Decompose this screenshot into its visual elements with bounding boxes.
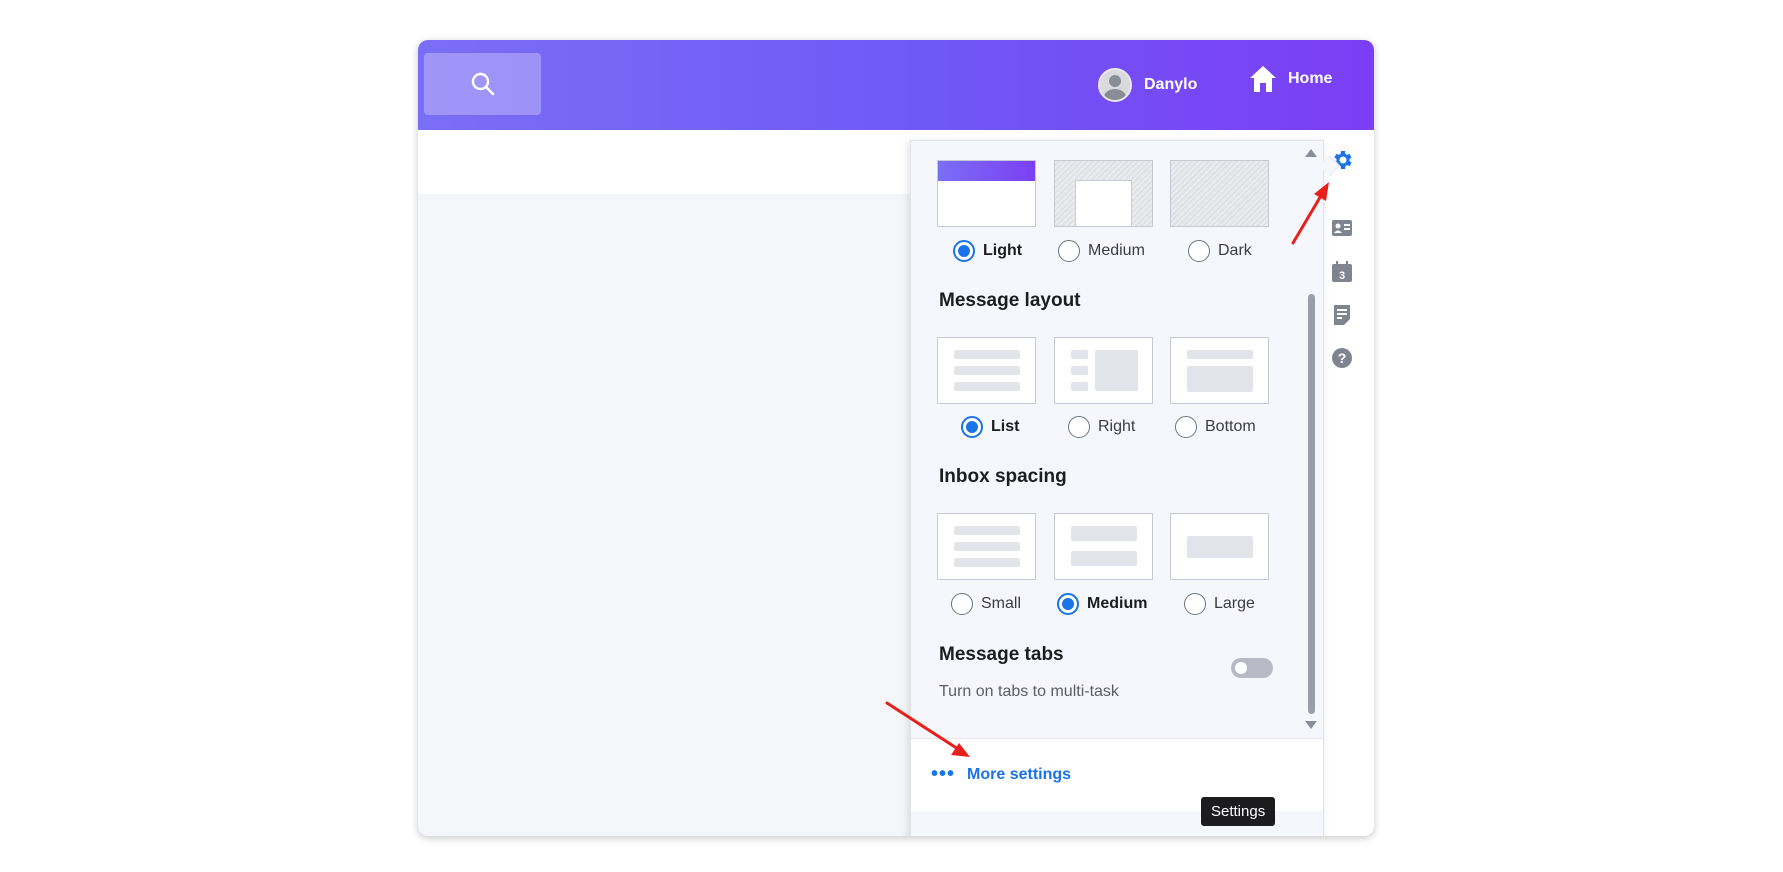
notepad-button[interactable] (1330, 303, 1354, 327)
layout-bottom-option[interactable]: Bottom (1175, 416, 1256, 438)
scroll-up-arrow-icon[interactable] (1305, 149, 1317, 157)
layout-right-preview[interactable] (1054, 337, 1153, 404)
spacing-large-preview[interactable] (1170, 513, 1269, 580)
inbox-spacing-title: Inbox spacing (939, 466, 1067, 487)
spacing-large-label: Large (1214, 595, 1255, 612)
svg-text:?: ? (1338, 350, 1347, 366)
layout-list-label: List (991, 418, 1020, 435)
spacing-large-option[interactable]: Large (1184, 593, 1255, 615)
home-label: Home (1288, 70, 1333, 87)
settings-panel: Light Medium Dark Message layout List Ri… (910, 140, 1324, 836)
notepad-icon (1334, 305, 1350, 325)
theme-medium-radio[interactable] (1058, 240, 1080, 262)
spacing-small-label: Small (981, 595, 1022, 612)
contacts-card-icon (1332, 220, 1352, 236)
mail-app-window: Danylo Home 3 ? Light Medium Dark Messag… (418, 40, 1374, 836)
message-tabs-title: Message tabs (939, 644, 1064, 665)
theme-medium-preview[interactable] (1054, 160, 1153, 227)
spacing-medium-preview[interactable] (1054, 513, 1153, 580)
spacing-medium-label: Medium (1087, 595, 1148, 612)
theme-dark-preview[interactable] (1170, 160, 1269, 227)
scroll-down-arrow-icon[interactable] (1305, 721, 1317, 729)
theme-dark-label: Dark (1218, 242, 1252, 259)
scroll-thumb[interactable] (1308, 294, 1315, 714)
calendar-icon: 3 (1332, 261, 1352, 282)
user-icon (1104, 75, 1126, 100)
more-settings-label: More settings (967, 765, 1072, 783)
avatar (1098, 68, 1132, 102)
layout-bottom-radio[interactable] (1175, 416, 1197, 438)
message-tabs-toggle[interactable] (1231, 658, 1273, 678)
message-layout-title: Message layout (939, 290, 1081, 311)
search-icon (471, 72, 494, 96)
theme-medium-label: Medium (1088, 242, 1145, 259)
spacing-large-radio[interactable] (1184, 593, 1206, 615)
calendar-day-text: 3 (1339, 270, 1345, 282)
layout-right-label: Right (1098, 418, 1136, 435)
user-profile[interactable]: Danylo (1098, 67, 1197, 103)
layout-bottom-label: Bottom (1205, 418, 1256, 435)
layout-list-option[interactable]: List (961, 416, 1019, 438)
search-button[interactable] (424, 53, 541, 115)
more-dots-icon: ••• (931, 763, 956, 785)
theme-light-preview[interactable] (937, 160, 1036, 227)
settings-tooltip: Settings (1201, 797, 1276, 826)
home-icon (1250, 66, 1276, 92)
help-icon: ? (1332, 348, 1352, 368)
spacing-small-option[interactable]: Small (951, 593, 1021, 615)
layout-list-radio[interactable] (961, 416, 983, 438)
layout-right-radio[interactable] (1068, 416, 1090, 438)
spacing-small-preview[interactable] (937, 513, 1036, 580)
contacts-button[interactable] (1330, 216, 1354, 240)
help-button[interactable]: ? (1330, 346, 1354, 370)
top-header: Danylo Home (418, 40, 1374, 130)
more-settings-link[interactable]: ••• More settings (931, 763, 1071, 786)
spacing-medium-option[interactable]: Medium (1057, 593, 1147, 615)
layout-list-preview[interactable] (937, 337, 1036, 404)
theme-dark-option[interactable]: Dark (1188, 240, 1252, 262)
layout-right-option[interactable]: Right (1068, 416, 1135, 438)
theme-light-label: Light (983, 242, 1023, 259)
panel-scrollbar[interactable] (1305, 149, 1317, 729)
layout-bottom-preview[interactable] (1170, 337, 1269, 404)
spacing-small-radio[interactable] (951, 593, 973, 615)
theme-medium-option[interactable]: Medium (1058, 240, 1145, 262)
theme-light-option[interactable]: Light (953, 240, 1022, 262)
spacing-medium-radio[interactable] (1057, 593, 1079, 615)
theme-light-radio[interactable] (953, 240, 975, 262)
theme-dark-radio[interactable] (1188, 240, 1210, 262)
message-tabs-description: Turn on tabs to multi-task (939, 683, 1119, 700)
calendar-button[interactable]: 3 (1330, 260, 1354, 284)
home-link[interactable]: Home (1248, 64, 1332, 94)
user-name: Danylo (1144, 76, 1198, 93)
